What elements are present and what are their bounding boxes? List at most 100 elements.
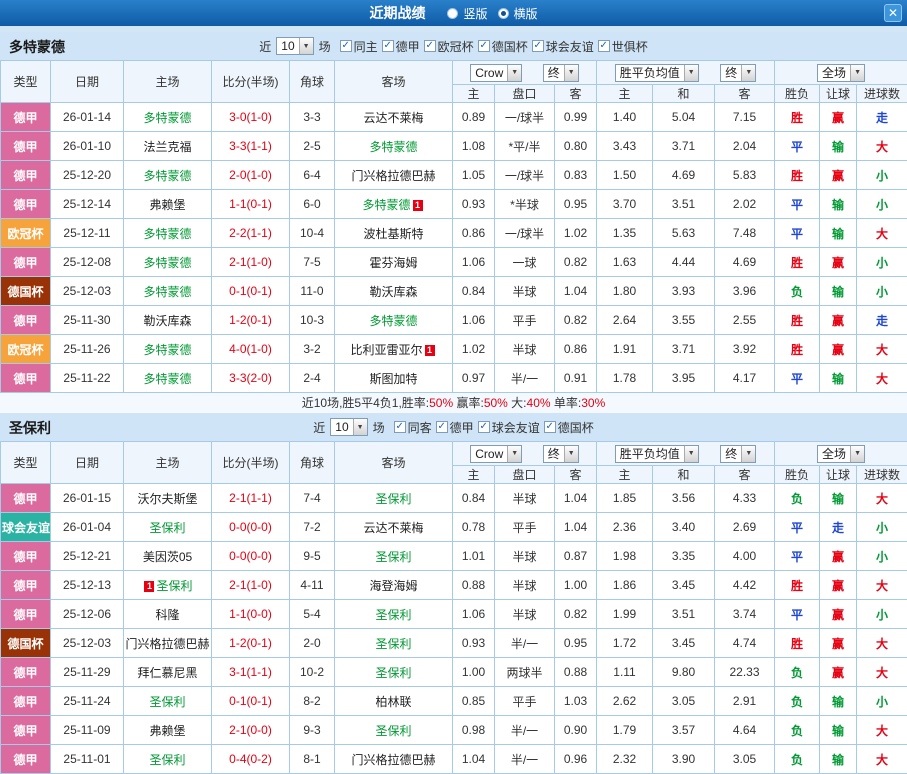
- fullmatch-select[interactable]: 全场▼: [817, 445, 865, 463]
- checkbox-checked-icon[interactable]: ✓: [478, 421, 490, 433]
- away-team-cell[interactable]: 斯图加特: [335, 364, 453, 393]
- away-team-cell[interactable]: 多特蒙德: [335, 306, 453, 335]
- team-name-link[interactable]: 云达不莱梅: [363, 111, 423, 125]
- away-team-cell[interactable]: 圣保利: [335, 716, 453, 745]
- team-name-link[interactable]: 多特蒙德: [369, 140, 417, 154]
- home-team-cell[interactable]: 科隆: [124, 600, 212, 629]
- checkbox-checked-icon[interactable]: ✓: [394, 421, 406, 433]
- away-team-cell[interactable]: 多特蒙德1: [335, 190, 453, 219]
- home-team-cell[interactable]: 圣保利: [124, 513, 212, 542]
- filter-checkbox[interactable]: ✓球会友谊: [478, 419, 540, 436]
- odds-stage-select[interactable]: 终▼: [543, 64, 579, 82]
- team-name-link[interactable]: 多特蒙德: [143, 169, 191, 183]
- away-team-cell[interactable]: 波杜基斯特: [335, 219, 453, 248]
- bookmaker-select[interactable]: Crow▼: [470, 445, 522, 463]
- team-name-link[interactable]: 多特蒙德: [369, 314, 417, 328]
- team-name-link[interactable]: 拜仁慕尼黑: [137, 666, 197, 680]
- team-name-link[interactable]: 圣保利: [375, 724, 411, 738]
- team-name-link[interactable]: 多特蒙德: [362, 198, 410, 212]
- team-name-link[interactable]: 法兰克福: [143, 140, 191, 154]
- filter-checkbox[interactable]: ✓德国杯: [544, 419, 594, 436]
- team-name-link[interactable]: 柏林联: [375, 695, 411, 709]
- team-name-link[interactable]: 圣保利: [375, 492, 411, 506]
- away-team-cell[interactable]: 圣保利: [335, 484, 453, 513]
- fullmatch-select[interactable]: 全场▼: [817, 64, 865, 82]
- home-team-cell[interactable]: 勒沃库森: [124, 306, 212, 335]
- home-team-cell[interactable]: 美因茨05: [124, 542, 212, 571]
- checkbox-checked-icon[interactable]: ✓: [532, 40, 544, 52]
- checkbox-checked-icon[interactable]: ✓: [436, 421, 448, 433]
- home-team-cell[interactable]: 弗赖堡: [124, 190, 212, 219]
- mean-stage-select[interactable]: 终▼: [720, 445, 756, 463]
- away-team-cell[interactable]: 云达不莱梅: [335, 513, 453, 542]
- team-name-link[interactable]: 沃尔夫斯堡: [137, 492, 197, 506]
- away-team-cell[interactable]: 霍芬海姆: [335, 248, 453, 277]
- team-name-link[interactable]: 弗赖堡: [149, 198, 185, 212]
- away-team-cell[interactable]: 勒沃库森: [335, 277, 453, 306]
- team-name-link[interactable]: 多特蒙德: [143, 343, 191, 357]
- away-team-cell[interactable]: 圣保利: [335, 600, 453, 629]
- team-name-link[interactable]: 门兴格拉德巴赫: [125, 637, 209, 651]
- away-team-cell[interactable]: 云达不莱梅: [335, 103, 453, 132]
- team-name-link[interactable]: 多特蒙德: [143, 372, 191, 386]
- filter-checkbox[interactable]: ✓德甲: [436, 419, 474, 436]
- recent-count-select[interactable]: 10 ▼: [330, 418, 367, 436]
- away-team-cell[interactable]: 圣保利: [335, 629, 453, 658]
- close-icon[interactable]: ✕: [884, 4, 902, 22]
- team-name-link[interactable]: 圣保利: [149, 695, 185, 709]
- home-team-cell[interactable]: 门兴格拉德巴赫: [124, 629, 212, 658]
- home-team-cell[interactable]: 多特蒙德: [124, 248, 212, 277]
- away-team-cell[interactable]: 海登海姆: [335, 571, 453, 600]
- team-name-link[interactable]: 圣保利: [156, 579, 192, 593]
- home-team-cell[interactable]: 沃尔夫斯堡: [124, 484, 212, 513]
- team-name-link[interactable]: 海登海姆: [369, 579, 417, 593]
- home-team-cell[interactable]: 弗赖堡: [124, 716, 212, 745]
- home-team-cell[interactable]: 圣保利: [124, 745, 212, 774]
- mean-type-select[interactable]: 胜平负均值▼: [615, 445, 699, 463]
- team-name-link[interactable]: 多特蒙德: [143, 111, 191, 125]
- team-name-link[interactable]: 美因茨05: [143, 550, 192, 564]
- home-team-cell[interactable]: 多特蒙德: [124, 219, 212, 248]
- filter-checkbox[interactable]: ✓球会友谊: [532, 38, 594, 55]
- away-team-cell[interactable]: 柏林联: [335, 687, 453, 716]
- team-name-link[interactable]: 勒沃库森: [143, 314, 191, 328]
- team-name-link[interactable]: 圣保利: [375, 637, 411, 651]
- away-team-cell[interactable]: 圣保利: [335, 542, 453, 571]
- team-name-link[interactable]: 波杜基斯特: [363, 227, 423, 241]
- filter-checkbox[interactable]: ✓欧冠杯: [424, 38, 474, 55]
- home-team-cell[interactable]: 多特蒙德: [124, 277, 212, 306]
- team-name-link[interactable]: 弗赖堡: [149, 724, 185, 738]
- away-team-cell[interactable]: 圣保利: [335, 658, 453, 687]
- team-name-link[interactable]: 霍芬海姆: [369, 256, 417, 270]
- away-team-cell[interactable]: 门兴格拉德巴赫: [335, 745, 453, 774]
- team-name-link[interactable]: 多特蒙德: [143, 227, 191, 241]
- checkbox-checked-icon[interactable]: ✓: [340, 40, 352, 52]
- team-name-link[interactable]: 圣保利: [375, 666, 411, 680]
- recent-count-select[interactable]: 10 ▼: [276, 37, 313, 55]
- checkbox-checked-icon[interactable]: ✓: [598, 40, 610, 52]
- home-team-cell[interactable]: 多特蒙德: [124, 335, 212, 364]
- team-name-link[interactable]: 圣保利: [375, 550, 411, 564]
- home-team-cell[interactable]: 多特蒙德: [124, 161, 212, 190]
- mean-type-select[interactable]: 胜平负均值▼: [615, 64, 699, 82]
- checkbox-checked-icon[interactable]: ✓: [544, 421, 556, 433]
- team-name-link[interactable]: 多特蒙德: [143, 285, 191, 299]
- filter-checkbox[interactable]: ✓同客: [394, 419, 432, 436]
- away-team-cell[interactable]: 多特蒙德: [335, 132, 453, 161]
- home-team-cell[interactable]: 多特蒙德: [124, 103, 212, 132]
- team-name-link[interactable]: 圣保利: [149, 521, 185, 535]
- filter-checkbox[interactable]: ✓德国杯: [478, 38, 528, 55]
- filter-checkbox[interactable]: ✓同主: [340, 38, 378, 55]
- team-name-link[interactable]: 圣保利: [375, 608, 411, 622]
- home-team-cell[interactable]: 拜仁慕尼黑: [124, 658, 212, 687]
- team-name-link[interactable]: 云达不莱梅: [363, 521, 423, 535]
- mean-stage-select[interactable]: 终▼: [720, 64, 756, 82]
- bookmaker-select[interactable]: Crow▼: [470, 64, 522, 82]
- checkbox-checked-icon[interactable]: ✓: [478, 40, 490, 52]
- home-team-cell[interactable]: 1圣保利: [124, 571, 212, 600]
- odds-stage-select[interactable]: 终▼: [543, 445, 579, 463]
- team-name-link[interactable]: 多特蒙德: [143, 256, 191, 270]
- team-name-link[interactable]: 门兴格拉德巴赫: [351, 753, 435, 767]
- team-name-link[interactable]: 勒沃库森: [369, 285, 417, 299]
- radio-horizontal-icon[interactable]: [498, 8, 509, 19]
